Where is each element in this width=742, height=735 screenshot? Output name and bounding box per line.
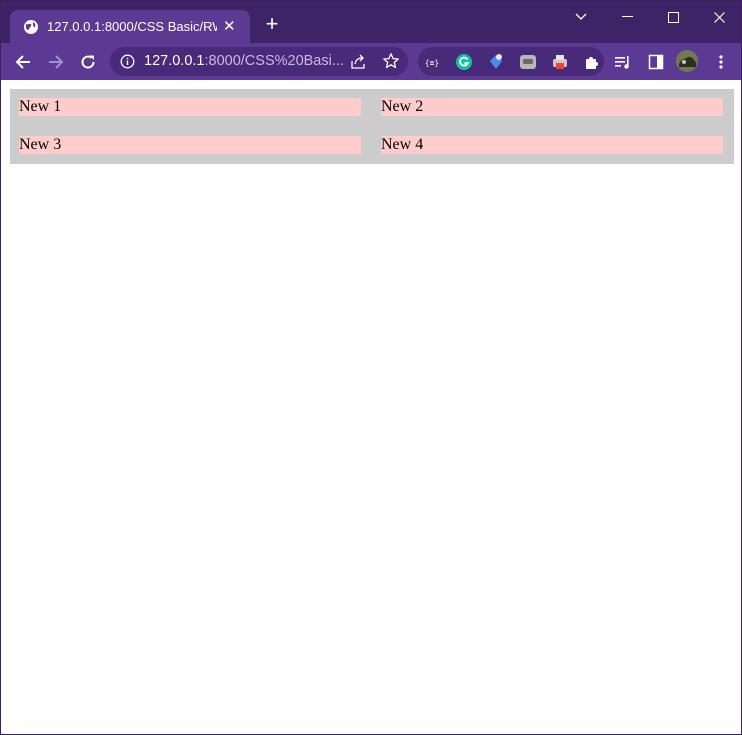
tab-title: 127.0.0.1:8000/CSS Basic/RWD bbox=[47, 19, 217, 34]
active-tab[interactable]: 127.0.0.1:8000/CSS Basic/RWD ✕ bbox=[10, 10, 250, 43]
url-host: 127.0.0.1 bbox=[144, 53, 205, 69]
page-viewport: New 1 New 2 New 3 New 4 bbox=[1, 80, 741, 734]
url-path: :8000/CSS%20Basi... bbox=[204, 53, 344, 69]
media-queue-icon[interactable] bbox=[614, 53, 632, 71]
line-icon[interactable] bbox=[519, 53, 537, 71]
browser-toolbar: 127.0.0.1:8000/CSS%20Basi... {≡} bbox=[1, 43, 741, 80]
url-text: 127.0.0.1:8000/CSS%20Basi... bbox=[144, 53, 344, 69]
grid-container: New 1 New 2 New 3 New 4 bbox=[10, 89, 734, 164]
reload-icon[interactable] bbox=[78, 52, 98, 72]
globe-icon bbox=[23, 19, 39, 35]
grammarly-icon[interactable] bbox=[455, 53, 473, 71]
address-bar[interactable]: 127.0.0.1:8000/CSS%20Basi... bbox=[110, 47, 408, 76]
grid-item-1: New 1 bbox=[19, 98, 361, 116]
window-close-icon[interactable] bbox=[711, 9, 727, 25]
tab-close-icon[interactable]: ✕ bbox=[223, 19, 236, 34]
new-tab-button[interactable]: + bbox=[263, 13, 281, 35]
json-viewer-icon[interactable]: {≡} bbox=[423, 53, 441, 71]
grid-item-3: New 3 bbox=[19, 136, 361, 154]
forward-arrow-icon[interactable] bbox=[46, 52, 66, 72]
grid-item-label: New 1 bbox=[19, 98, 62, 115]
grid-item-label: New 2 bbox=[381, 98, 424, 115]
grid-item-label: New 3 bbox=[19, 136, 62, 153]
printer-icon[interactable] bbox=[551, 53, 569, 71]
grid-item-2: New 2 bbox=[381, 98, 723, 116]
site-info-icon[interactable] bbox=[120, 54, 135, 69]
tab-strip: 127.0.0.1:8000/CSS Basic/RWD ✕ + bbox=[1, 1, 741, 43]
translate-icon[interactable] bbox=[487, 53, 505, 71]
minimize-icon[interactable] bbox=[619, 9, 635, 25]
grid-item-label: New 4 bbox=[381, 136, 424, 153]
back-arrow-icon[interactable] bbox=[13, 52, 33, 72]
puzzle-icon[interactable] bbox=[583, 53, 601, 71]
more-menu-icon[interactable] bbox=[712, 53, 730, 71]
tab-search-chevron-icon[interactable] bbox=[573, 9, 589, 25]
svg-text:{≡}: {≡} bbox=[425, 59, 439, 68]
maximize-icon[interactable] bbox=[665, 9, 681, 25]
browser-window: 127.0.0.1:8000/CSS Basic/RWD ✕ + 127.0.0… bbox=[0, 0, 742, 735]
side-panel-icon[interactable] bbox=[647, 53, 665, 71]
bookmark-star-icon[interactable] bbox=[382, 52, 400, 70]
share-icon[interactable] bbox=[350, 53, 367, 70]
avatar[interactable] bbox=[676, 50, 698, 72]
grid-item-4: New 4 bbox=[381, 136, 723, 154]
extensions-group: {≡} bbox=[418, 47, 604, 76]
